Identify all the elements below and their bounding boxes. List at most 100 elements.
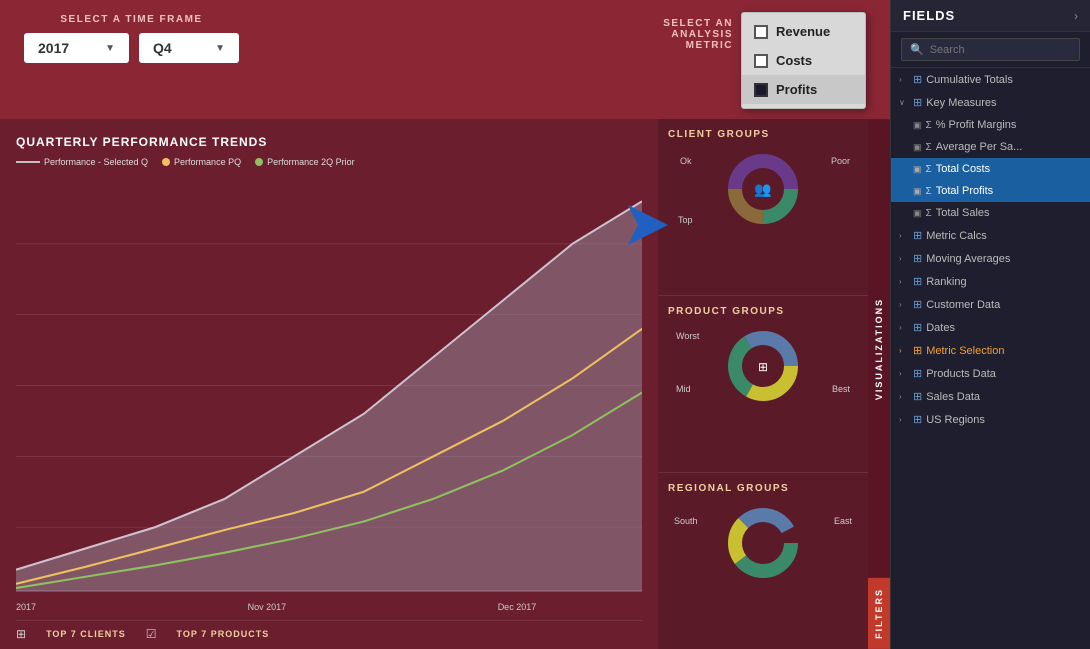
key-measures-label: Key Measures <box>926 97 1082 109</box>
year-dropdown-arrow: ▼ <box>105 43 115 54</box>
fields-search-box: 🔍 <box>901 38 1080 61</box>
fields-panel-arrow[interactable]: › <box>1074 9 1078 23</box>
metric-section: SELECT AN ANALYSIS METRIC Revenue Costs <box>663 14 866 109</box>
fields-search: 🔍 <box>891 32 1090 68</box>
x-label-1: 2017 <box>16 602 36 612</box>
field-total-profits[interactable]: ▣ Σ Total Profits <box>891 180 1090 202</box>
client-groups-donut: Ok Poor Top 👥 <box>668 146 858 231</box>
metric-item-revenue[interactable]: Revenue <box>742 17 865 46</box>
client-groups-title: CLIENT GROUPS <box>668 129 858 140</box>
product-groups-donut: Worst Mid Best ⊞ <box>668 323 858 408</box>
fields-list: › ⊞ Cumulative Totals ∨ ⊞ Key Measures ▣… <box>891 68 1090 649</box>
bottom-check-icon: ☑ <box>146 627 157 641</box>
field-metric-selection[interactable]: › ⊞ Metric Selection <box>891 339 1090 362</box>
field-moving-averages[interactable]: › ⊞ Moving Averages <box>891 247 1090 270</box>
total-profits-icon2: Σ <box>926 186 932 197</box>
search-icon: 🔍 <box>910 43 924 56</box>
metric-selection-label: Metric Selection <box>926 345 1082 357</box>
field-customer-data[interactable]: › ⊞ Customer Data <box>891 293 1090 316</box>
field-total-costs[interactable]: ▣ Σ Total Costs <box>891 158 1090 180</box>
field-profit-margins[interactable]: ▣ Σ % Profit Margins <box>891 114 1090 136</box>
us-regions-expand-arrow: › <box>899 415 909 424</box>
moving-averages-label: Moving Averages <box>926 253 1082 265</box>
field-metric-calcs[interactable]: › ⊞ Metric Calcs <box>891 224 1090 247</box>
customer-data-icon: ⊞ <box>913 298 922 311</box>
top-controls: SELECT A TIME FRAME 2017 ▼ Q4 ▼ SELECT A… <box>0 0 890 119</box>
arrow-indicator <box>618 200 668 255</box>
field-cumulative-totals[interactable]: › ⊞ Cumulative Totals <box>891 68 1090 91</box>
bottom-icon-1: ⊞ <box>16 627 26 641</box>
x-label-5: Dec 2017 <box>498 602 537 612</box>
costs-checkbox[interactable] <box>754 54 768 68</box>
field-us-regions[interactable]: › ⊞ US Regions <box>891 408 1090 431</box>
visualizations-tab[interactable]: VISUALIZATIONS <box>868 119 890 578</box>
search-input[interactable] <box>930 44 1071 56</box>
metric-item-profits[interactable]: Profits <box>742 75 865 104</box>
metric-label-2: ANALYSIS <box>671 29 733 40</box>
dates-expand-arrow: › <box>899 323 909 332</box>
regional-groups-section: REGIONAL GROUPS South East <box>658 473 868 649</box>
metric-item-costs[interactable]: Costs <box>742 46 865 75</box>
total-profits-label: Total Profits <box>936 185 1082 197</box>
client-groups-section: CLIENT GROUPS Ok Poor Top 👥 <box>658 119 868 296</box>
revenue-label: Revenue <box>776 24 830 39</box>
customer-data-label: Customer Data <box>926 299 1082 311</box>
ranking-label: Ranking <box>926 276 1082 288</box>
legend-label-3: Performance 2Q Prior <box>267 157 355 167</box>
costs-label: Costs <box>776 53 812 68</box>
quarter-dropdown-arrow: ▼ <box>215 43 225 54</box>
legend-item-1: Performance - Selected Q <box>16 157 148 167</box>
dates-label: Dates <box>926 322 1082 334</box>
field-ranking[interactable]: › ⊞ Ranking <box>891 270 1090 293</box>
quarter-value: Q4 <box>153 40 172 56</box>
profit-margins-label: % Profit Margins <box>936 119 1082 131</box>
legend-label-2: Performance PQ <box>174 157 241 167</box>
cumulative-icon: ⊞ <box>913 73 922 86</box>
field-average-per-sa[interactable]: ▣ Σ Average Per Sa... <box>891 136 1090 158</box>
total-profits-icon1: ▣ <box>913 186 922 197</box>
revenue-checkbox[interactable] <box>754 25 768 39</box>
fields-panel: FIELDS › 🔍 › ⊞ Cumulative Totals ∨ ⊞ Key… <box>890 0 1090 649</box>
field-dates[interactable]: › ⊞ Dates <box>891 316 1090 339</box>
metric-calcs-expand-arrow: › <box>899 231 909 240</box>
metric-label-3: METRIC <box>686 40 733 51</box>
metric-label-1: SELECT AN <box>663 18 733 29</box>
x-label-3: Nov 2017 <box>248 602 287 612</box>
chart-title: QUARTERLY PERFORMANCE TRENDS <box>16 135 642 149</box>
bottom-item-1: TOP 7 CLIENTS <box>46 629 126 639</box>
cumulative-expand-arrow: › <box>899 75 909 84</box>
average-icon2: Σ <box>926 142 932 153</box>
donut-label-top: Top <box>678 215 693 225</box>
donut-label-worst: Worst <box>676 331 699 341</box>
field-total-sales[interactable]: ▣ Σ Total Sales <box>891 202 1090 224</box>
ranking-icon: ⊞ <box>913 275 922 288</box>
donut-label-ok: Ok <box>680 156 692 166</box>
legend-item-2: Performance PQ <box>162 157 241 167</box>
metric-labels: SELECT AN ANALYSIS METRIC <box>663 18 733 51</box>
field-key-measures[interactable]: ∨ ⊞ Key Measures <box>891 91 1090 114</box>
groups-panel: CLIENT GROUPS Ok Poor Top 👥 <box>658 119 868 649</box>
legend-item-3: Performance 2Q Prior <box>255 157 355 167</box>
quarter-dropdown[interactable]: Q4 ▼ <box>139 33 239 63</box>
products-data-label: Products Data <box>926 368 1082 380</box>
dates-icon: ⊞ <box>913 321 922 334</box>
profits-checkbox[interactable] <box>754 83 768 97</box>
total-costs-icon2: Σ <box>926 164 932 175</box>
metric-selection-icon: ⊞ <box>913 344 922 357</box>
bottom-row: ⊞ TOP 7 CLIENTS ☑ TOP 7 PRODUCTS <box>16 620 642 641</box>
field-sales-data[interactable]: › ⊞ Sales Data <box>891 385 1090 408</box>
timeframe-section: SELECT A TIME FRAME 2017 ▼ Q4 ▼ <box>24 14 239 63</box>
sales-data-expand-arrow: › <box>899 392 909 401</box>
total-sales-icon1: ▣ <box>913 208 922 219</box>
customer-data-expand-arrow: › <box>899 300 909 309</box>
key-measures-icon: ⊞ <box>913 96 922 109</box>
donut-label-east: East <box>834 516 852 526</box>
metric-popup: Revenue Costs Profits <box>741 12 866 109</box>
field-products-data[interactable]: › ⊞ Products Data <box>891 362 1090 385</box>
filters-tab[interactable]: FILTERS <box>868 578 890 649</box>
timeframe-label: SELECT A TIME FRAME <box>60 14 202 25</box>
chart-x-labels: 2017 Nov 2017 Dec 2017 <box>16 598 642 616</box>
svg-text:⊞: ⊞ <box>758 360 768 374</box>
year-dropdown[interactable]: 2017 ▼ <box>24 33 129 63</box>
profits-label: Profits <box>776 82 817 97</box>
